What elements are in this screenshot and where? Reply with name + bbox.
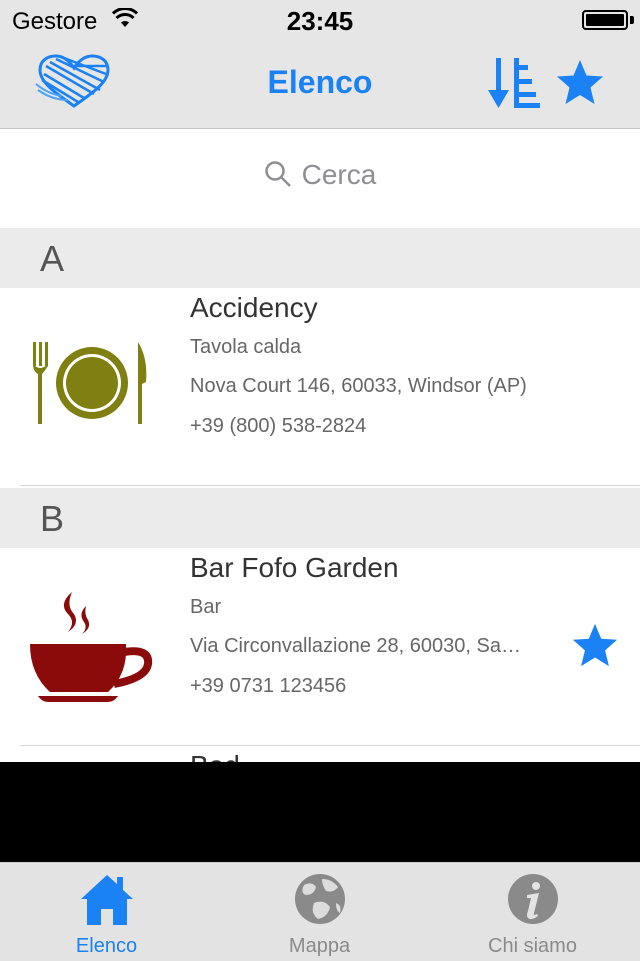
item-address: Nova Court 146, 60033, Windsor (AP) [190, 375, 527, 397]
coffee-cup-icon [28, 592, 154, 707]
search-field[interactable]: Cerca [0, 159, 640, 191]
search-placeholder: Cerca [301, 159, 377, 190]
favorites-button[interactable] [554, 58, 606, 113]
item-phone: +39 0731 123456 [190, 675, 347, 697]
status-time: 23:45 [286, 6, 354, 36]
sort-button[interactable] [486, 56, 542, 117]
tab-elenco[interactable]: Elenco [0, 863, 213, 961]
tab-label: Elenco [75, 935, 138, 957]
tab-chi-siamo[interactable]: Chi siamo [426, 863, 639, 961]
status-bar: Gestore 23:45 [0, 0, 640, 40]
item-name: Bar Fofo Garden [190, 552, 399, 583]
list-item[interactable]: Accidency Tavola calda Nova Court 146, 6… [0, 288, 640, 486]
blank-overlay [0, 762, 640, 862]
section-letter: A [40, 238, 65, 279]
item-phone: +39 (800) 538-2824 [190, 415, 367, 437]
tab-mappa[interactable]: Mappa [213, 863, 426, 961]
star-icon [557, 60, 603, 104]
home-icon [80, 875, 133, 925]
info-icon [507, 874, 558, 924]
list-item[interactable]: Bar Fofo Garden Bar Via Circonvallazione… [0, 548, 640, 746]
navigation-bar: Elenco [0, 40, 640, 129]
search-icon [264, 161, 291, 187]
tab-label: Mappa [288, 935, 351, 957]
tab-bar: Elenco Mappa Chi siamo [0, 862, 640, 961]
section-header-b: B [0, 488, 640, 548]
favorite-star-icon[interactable] [570, 622, 620, 675]
item-address: Via Circonvallazione 28, 60030, Sa… [190, 635, 521, 657]
search-bar[interactable]: Cerca [0, 129, 640, 228]
row-divider [20, 485, 640, 486]
restaurant-plate-icon [30, 338, 150, 435]
battery-tip [630, 16, 634, 24]
item-category: Tavola calda [190, 336, 302, 358]
page-title: Elenco [267, 64, 373, 100]
item-name: Accidency [190, 292, 318, 323]
list-item[interactable]: Bad [0, 746, 640, 762]
tab-label: Chi siamo [488, 935, 577, 957]
section-header-a: A [0, 228, 640, 288]
item-name: Bad [190, 750, 240, 762]
globe-icon [294, 874, 345, 924]
sort-icon [488, 58, 540, 108]
item-category: Bar [190, 596, 222, 618]
battery-icon [582, 10, 628, 30]
section-letter: B [40, 498, 65, 539]
